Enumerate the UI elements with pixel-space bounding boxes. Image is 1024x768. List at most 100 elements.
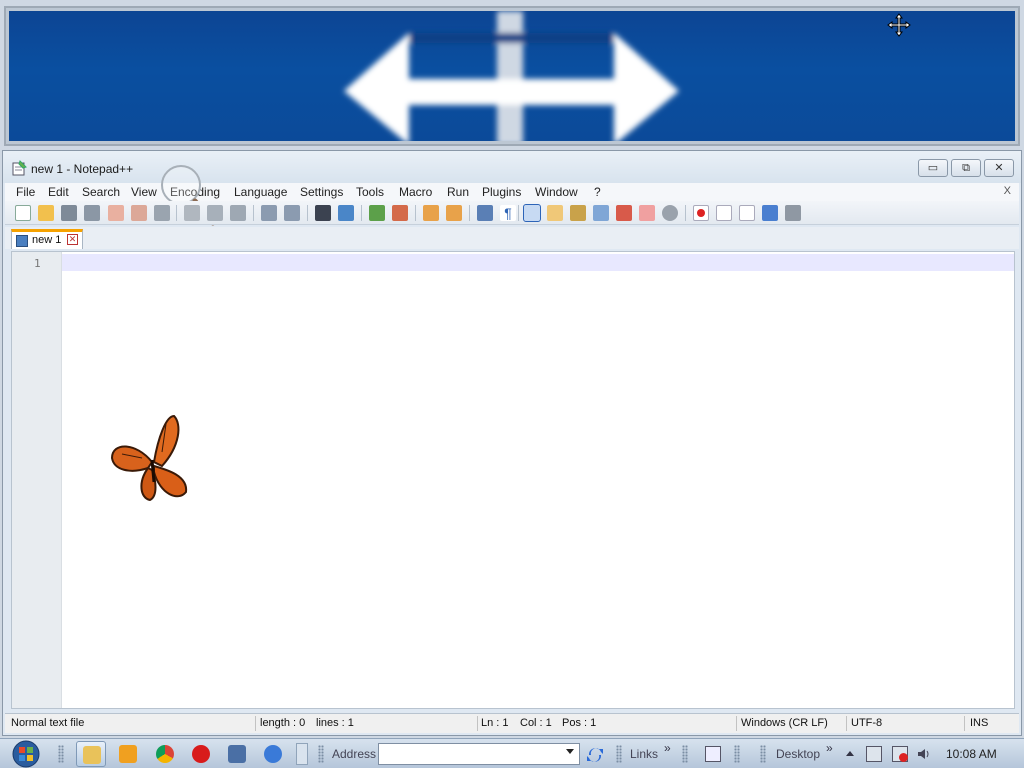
macro-run-multiple-icon[interactable] <box>762 205 778 221</box>
editor-area[interactable]: 1 <box>11 251 1015 709</box>
zoom-out-icon[interactable] <box>392 205 408 221</box>
resize-arrows-icon <box>344 11 679 141</box>
menu-file[interactable]: File <box>16 185 35 199</box>
cut-icon[interactable] <box>184 205 200 221</box>
tab-new-1[interactable]: new 1 ✕ <box>11 229 83 249</box>
paste-icon[interactable] <box>230 205 246 221</box>
macro-save-icon[interactable] <box>785 205 801 221</box>
butterfly-icon <box>110 414 188 502</box>
menu-plugins[interactable]: Plugins <box>482 185 521 199</box>
lang-udl-icon[interactable] <box>547 205 563 221</box>
replace-icon[interactable] <box>338 205 354 221</box>
save-all-icon[interactable] <box>84 205 100 221</box>
tab-close-icon[interactable]: ✕ <box>67 234 78 245</box>
undo-icon[interactable] <box>261 205 277 221</box>
toolbar-grip[interactable] <box>318 745 324 763</box>
close-button[interactable]: ✕ <box>984 159 1014 177</box>
menu-view[interactable]: View <box>131 185 157 199</box>
status-file-type: Normal text file <box>11 717 85 729</box>
taskbar-chrome[interactable] <box>150 741 180 767</box>
toolbar-separator <box>307 205 308 221</box>
menu-window[interactable]: Window <box>535 185 578 199</box>
menu-bar: File Edit Search View Encoding Language … <box>5 183 1019 201</box>
move-cursor-icon <box>887 13 911 37</box>
links-label[interactable]: Links <box>630 747 658 761</box>
taskbar-network-app[interactable] <box>222 741 252 767</box>
close-all-icon[interactable] <box>131 205 147 221</box>
address-label: Address <box>332 747 377 761</box>
toolbar-grip[interactable] <box>682 745 688 763</box>
toolbar-separator <box>361 205 362 221</box>
status-divider <box>477 716 478 731</box>
desktop-label[interactable]: Desktop <box>776 747 820 761</box>
monitoring-icon[interactable] <box>639 205 655 221</box>
menu-search[interactable]: Search <box>82 185 120 199</box>
minimize-button[interactable]: ▭ <box>918 159 948 177</box>
taskbar-scroll[interactable] <box>296 743 308 765</box>
sync-v-icon[interactable] <box>423 205 439 221</box>
open-file-icon[interactable] <box>38 205 54 221</box>
opera-icon <box>192 745 210 763</box>
status-divider <box>736 716 737 731</box>
action-center-icon[interactable] <box>866 746 882 762</box>
close-document-button[interactable]: X <box>1004 185 1011 197</box>
macro-record-icon[interactable] <box>693 205 709 221</box>
monitoring-eye-icon[interactable] <box>662 205 678 221</box>
toolbar-grip[interactable] <box>734 745 740 763</box>
print-icon[interactable] <box>154 205 170 221</box>
find-icon[interactable] <box>315 205 331 221</box>
show-hidden-icons-icon[interactable] <box>846 751 854 756</box>
taskbar-app[interactable] <box>258 741 288 767</box>
taskbar-explorer[interactable] <box>76 741 106 767</box>
status-divider <box>846 716 847 731</box>
macro-play-icon[interactable] <box>739 205 755 221</box>
toolbar: ¶ <box>5 201 1019 225</box>
sync-h-icon[interactable] <box>446 205 462 221</box>
network-error-icon[interactable] <box>892 746 908 762</box>
menu-run[interactable]: Run <box>447 185 469 199</box>
status-lines: lines : 1 <box>316 717 354 729</box>
signature-icon[interactable] <box>705 746 721 762</box>
taskbar-opera[interactable] <box>186 741 216 767</box>
function-list-icon[interactable] <box>593 205 609 221</box>
menu-language[interactable]: Language <box>234 185 287 199</box>
status-encoding: UTF-8 <box>851 717 883 729</box>
new-file-icon[interactable] <box>15 205 31 221</box>
address-input[interactable] <box>378 743 580 765</box>
title-bar[interactable]: new 1 - Notepad++ ▭ ⧉ ✕ <box>3 151 1021 183</box>
clock[interactable]: 10:08 AM <box>946 747 997 761</box>
desktop-chevron-icon[interactable]: » <box>826 741 833 755</box>
close-icon[interactable] <box>108 205 124 221</box>
menu-edit[interactable]: Edit <box>48 185 69 199</box>
taskbar-media-player[interactable] <box>113 741 143 767</box>
links-chevron-icon[interactable]: » <box>664 741 671 755</box>
status-pos: Pos : 1 <box>562 717 597 729</box>
status-ln: Ln : 1 <box>481 717 509 729</box>
word-wrap-icon[interactable] <box>477 205 493 221</box>
doc-map-icon[interactable] <box>570 205 586 221</box>
folder-workspace-icon[interactable] <box>616 205 632 221</box>
show-all-chars-icon[interactable]: ¶ <box>500 205 516 221</box>
line-number-gutter: 1 <box>12 252 62 708</box>
address-dropdown-icon[interactable] <box>566 749 574 754</box>
toolbar-separator <box>518 205 519 221</box>
start-button-icon[interactable] <box>8 740 44 768</box>
save-icon[interactable] <box>61 205 77 221</box>
volume-icon[interactable] <box>916 746 932 762</box>
menu-settings[interactable]: Settings <box>300 185 343 199</box>
toolbar-grip[interactable] <box>616 745 622 763</box>
status-eol: Windows (CR LF) <box>741 717 828 729</box>
menu-help[interactable]: ? <box>594 185 601 199</box>
redo-icon[interactable] <box>284 205 300 221</box>
indent-guide-icon[interactable] <box>523 204 541 222</box>
zoom-in-icon[interactable] <box>369 205 385 221</box>
toolbar-grip[interactable] <box>58 745 64 763</box>
macro-stop-icon[interactable] <box>716 205 732 221</box>
menu-macro[interactable]: Macro <box>399 185 432 199</box>
go-arrow-icon[interactable] <box>585 743 605 765</box>
status-length: length : 0 <box>260 717 306 729</box>
copy-icon[interactable] <box>207 205 223 221</box>
toolbar-grip[interactable] <box>760 745 766 763</box>
restore-button[interactable]: ⧉ <box>951 159 981 177</box>
menu-tools[interactable]: Tools <box>356 185 384 199</box>
